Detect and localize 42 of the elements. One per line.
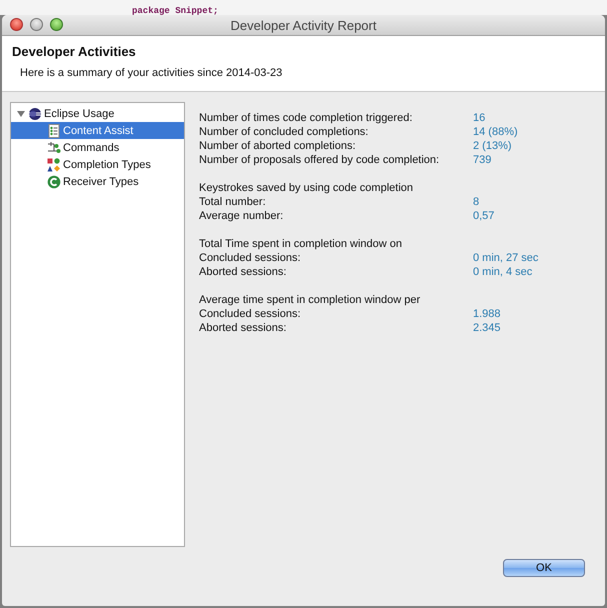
list-icon <box>47 124 61 138</box>
ok-button[interactable]: OK <box>503 559 585 577</box>
sphere-icon <box>28 106 42 120</box>
stat-label: Number of concluded completions: <box>199 125 370 139</box>
stat-value: 8 <box>473 195 480 209</box>
section-heading: Average time spent in completion window per <box>199 293 422 307</box>
stat-value: 14 (88%) <box>473 125 518 139</box>
stat-label: Concluded sessions: <box>199 307 302 321</box>
stat-label: Concluded sessions: <box>199 251 302 265</box>
tree-item[interactable]: Receiver Types <box>11 173 184 190</box>
stat-label: Aborted sessions: <box>199 321 288 335</box>
shapes-icon <box>47 158 61 172</box>
header-title: Developer Activities <box>12 44 137 59</box>
stat-value: 0 min, 4 sec <box>473 265 532 279</box>
section-heading: Keystrokes saved by using code completion <box>199 181 414 195</box>
stat-value: 739 <box>473 153 492 167</box>
stat-label: Number of aborted completions: <box>199 139 357 153</box>
stat-label: Number of proposals offered by code completion: <box>199 153 440 167</box>
stat-value: 1.988 <box>473 307 501 321</box>
minimize-icon[interactable] <box>30 18 43 31</box>
section-heading: Total Time spent in completion window on <box>199 237 403 251</box>
tree-item[interactable]: Completion Types <box>11 156 184 173</box>
stat-value: 2.345 <box>473 321 501 335</box>
class-icon <box>47 174 61 188</box>
window-title: Developer Activity Report <box>230 18 376 32</box>
stat-label: Number of times code completion triggered: <box>199 111 414 125</box>
close-icon[interactable] <box>10 18 23 31</box>
stat-label: Aborted sessions: <box>199 265 288 279</box>
stat-label: Average number: <box>199 209 284 223</box>
tree-item[interactable]: Eclipse Usage <box>11 105 184 122</box>
stat-value: 0 min, 27 sec <box>473 251 538 265</box>
stat-value: 16 <box>473 111 486 125</box>
stat-value: 0,57 <box>473 209 494 223</box>
code-line: package Snippet; <box>132 6 218 17</box>
connector-icon <box>47 140 61 154</box>
stat-label: Total number: <box>199 195 267 209</box>
header-subtitle: Here is a summary of your activities since 2014-03-23 <box>19 67 284 79</box>
tree-item[interactable]: Content Assist <box>11 122 184 139</box>
tree-item[interactable]: Commands <box>11 139 184 156</box>
zoom-icon[interactable] <box>50 18 63 31</box>
expand-arrow-icon[interactable] <box>16 108 26 118</box>
stat-value: 2 (13%) <box>473 139 512 153</box>
